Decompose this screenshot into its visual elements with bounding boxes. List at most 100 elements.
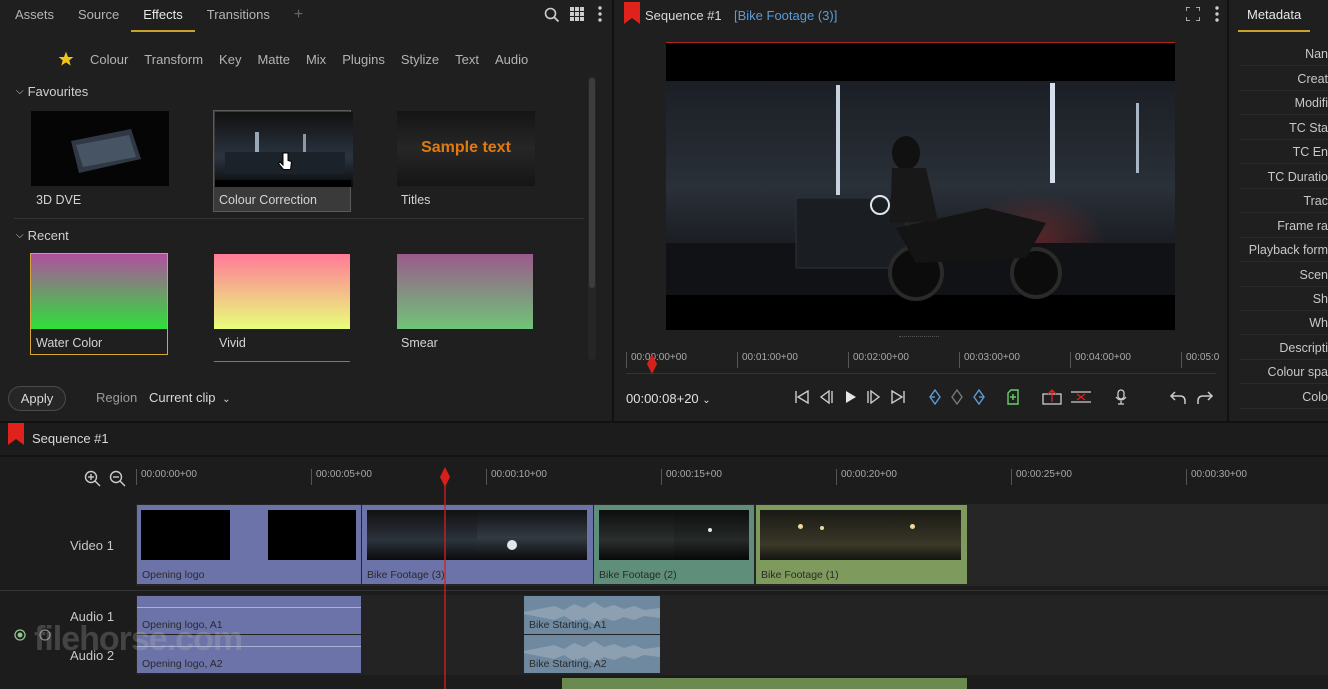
timecode-value: 00:00:08+20: [626, 391, 699, 406]
viewer-clip-name[interactable]: [Bike Footage (3)]: [734, 8, 837, 23]
metadata-field: Frame ra: [1240, 214, 1328, 238]
effects-scrollbar[interactable]: [588, 76, 596, 360]
recent-section-header[interactable]: ⌵ Recent: [16, 228, 69, 243]
water-color-thumbnail: [31, 254, 167, 329]
effect-label: Colour Correction: [219, 193, 317, 207]
category-stylize[interactable]: Stylize: [393, 50, 447, 70]
hover-underline: [214, 361, 350, 362]
viewer-panel: Sequence #1 [Bike Footage (3)] 00:00:00+…: [614, 0, 1227, 421]
zoom-out-icon[interactable]: [109, 470, 126, 490]
favourite-colour-correction[interactable]: Colour Correction: [213, 110, 353, 212]
tab-source[interactable]: Source: [66, 0, 131, 32]
category-transform[interactable]: Transform: [136, 50, 211, 70]
clip-frame: [367, 510, 477, 560]
category-audio[interactable]: Audio: [487, 50, 536, 70]
recent-water-color[interactable]: Water Color: [30, 253, 168, 355]
viewer-sequence-title: Sequence #1: [645, 8, 722, 23]
chevron-down-icon: ⌵: [16, 230, 24, 241]
extract-icon[interactable]: [1070, 389, 1092, 408]
scrollbar-thumb[interactable]: [589, 78, 595, 288]
effect-label: Titles: [401, 193, 431, 207]
ruler-tick: 00:05:0: [1181, 352, 1219, 368]
lower-track-clip[interactable]: [562, 678, 967, 689]
category-text[interactable]: Text: [447, 50, 487, 70]
video-clip-bike-footage-3[interactable]: Bike Footage (3): [362, 505, 593, 584]
mark-out-icon[interactable]: [972, 388, 986, 408]
ruler-tick: 00:00:00+00: [136, 469, 197, 485]
zoom-in-icon[interactable]: [84, 470, 101, 490]
add-marker-icon[interactable]: [1006, 388, 1020, 408]
play-icon[interactable]: [842, 390, 858, 407]
keyframe-icon[interactable]: [950, 388, 964, 408]
step-back-icon[interactable]: [818, 389, 834, 407]
category-key[interactable]: Key: [211, 50, 249, 70]
lift-icon[interactable]: [1042, 388, 1062, 408]
category-mix[interactable]: Mix: [298, 50, 334, 70]
favourite-3d-dve[interactable]: 3D DVE: [30, 110, 170, 212]
go-to-end-icon[interactable]: [890, 389, 906, 407]
go-to-start-icon[interactable]: [794, 389, 810, 407]
audio-level-line: [137, 607, 361, 608]
category-colour[interactable]: Colour: [82, 50, 136, 70]
viewer-timecode[interactable]: 00:00:08+20 ⌄: [626, 391, 711, 406]
more-menu-icon[interactable]: [1211, 6, 1223, 26]
video-clip-bike-footage-2[interactable]: Bike Footage (2): [594, 505, 754, 584]
more-menu-icon[interactable]: [594, 6, 606, 26]
preview-resize-handle[interactable]: [899, 336, 939, 339]
favourites-section-header[interactable]: ⌵ Favourites: [16, 84, 88, 99]
effect-label: Water Color: [36, 336, 103, 350]
viewer-ruler[interactable]: 00:00:00+00 00:01:00+00 00:02:00+00 00:0…: [626, 352, 1219, 377]
metadata-field: TC En: [1240, 140, 1328, 164]
metadata-field: Colo: [1240, 385, 1328, 409]
audio-clip-bike-starting-a2[interactable]: Bike Starting, A2: [524, 635, 660, 673]
region-dropdown[interactable]: Current clip ⌄: [149, 390, 230, 405]
microphone-icon[interactable]: [1114, 388, 1128, 408]
undo-icon[interactable]: [1169, 390, 1187, 409]
timeline-ruler[interactable]: 00:00:00+00 00:00:05+00 00:00:10+00 00:0…: [136, 465, 1328, 489]
ruler-tick: 00:03:00+00: [959, 352, 1020, 368]
clip-frame: [674, 510, 749, 560]
category-plugins[interactable]: Plugins: [334, 50, 393, 70]
favourite-titles[interactable]: Sample text Titles: [396, 110, 536, 212]
mark-in-icon[interactable]: [928, 388, 942, 408]
step-forward-icon[interactable]: [866, 389, 882, 407]
clip-frame: [760, 510, 860, 560]
timeline-playhead[interactable]: [439, 467, 451, 689]
recent-smear[interactable]: Smear: [396, 253, 534, 355]
tab-effects[interactable]: Effects: [131, 0, 195, 32]
video-preview[interactable]: [666, 42, 1175, 330]
ruler-tick: 00:00:30+00: [1186, 469, 1247, 485]
metadata-field: Wh: [1240, 311, 1328, 335]
solo-radio-icon[interactable]: [14, 629, 26, 644]
fullscreen-icon[interactable]: [1185, 6, 1201, 25]
ruler-tick: 00:01:00+00: [737, 352, 798, 368]
metadata-field: Scen: [1240, 263, 1328, 287]
viewer-playhead[interactable]: [647, 354, 657, 377]
clip-name: Bike Starting, A1: [529, 619, 607, 631]
track-label-video-1: Video 1: [70, 538, 114, 553]
ruler-tick: 00:00:10+00: [486, 469, 547, 485]
video-clip-opening-logo[interactable]: Opening logo: [137, 505, 361, 584]
search-icon[interactable]: [543, 7, 561, 27]
metadata-panel: Metadata Nan Creat Modifi TC Sta TC En T…: [1229, 0, 1328, 421]
apply-button[interactable]: Apply: [8, 386, 66, 411]
category-matte[interactable]: Matte: [249, 50, 298, 70]
timeline-header-band: [0, 455, 1328, 457]
recent-vivid[interactable]: Vivid: [213, 253, 351, 363]
vivid-thumbnail: [214, 254, 350, 329]
video-clip-bike-footage-1[interactable]: Bike Footage (1): [756, 505, 967, 584]
tab-metadata[interactable]: Metadata: [1238, 0, 1311, 32]
audio-clip-bike-starting-a1[interactable]: Bike Starting, A1: [524, 596, 660, 634]
grid-view-icon[interactable]: [569, 7, 585, 25]
timeline-panel: Sequence #1 00:00:00+00 00:00:05+00 00:0…: [0, 423, 1328, 689]
region-value: Current clip: [149, 390, 216, 405]
tab-assets[interactable]: Assets: [3, 0, 66, 32]
metadata-field: Nan: [1240, 42, 1328, 66]
mouse-cursor-icon: [277, 151, 295, 176]
redo-icon[interactable]: [1196, 390, 1214, 409]
tab-transitions[interactable]: Transitions: [195, 0, 282, 32]
effect-label: Smear: [401, 336, 438, 350]
favourites-star-icon[interactable]: [58, 51, 82, 70]
add-tab-button[interactable]: +: [282, 0, 315, 32]
metadata-field: TC Duratio: [1240, 165, 1328, 189]
